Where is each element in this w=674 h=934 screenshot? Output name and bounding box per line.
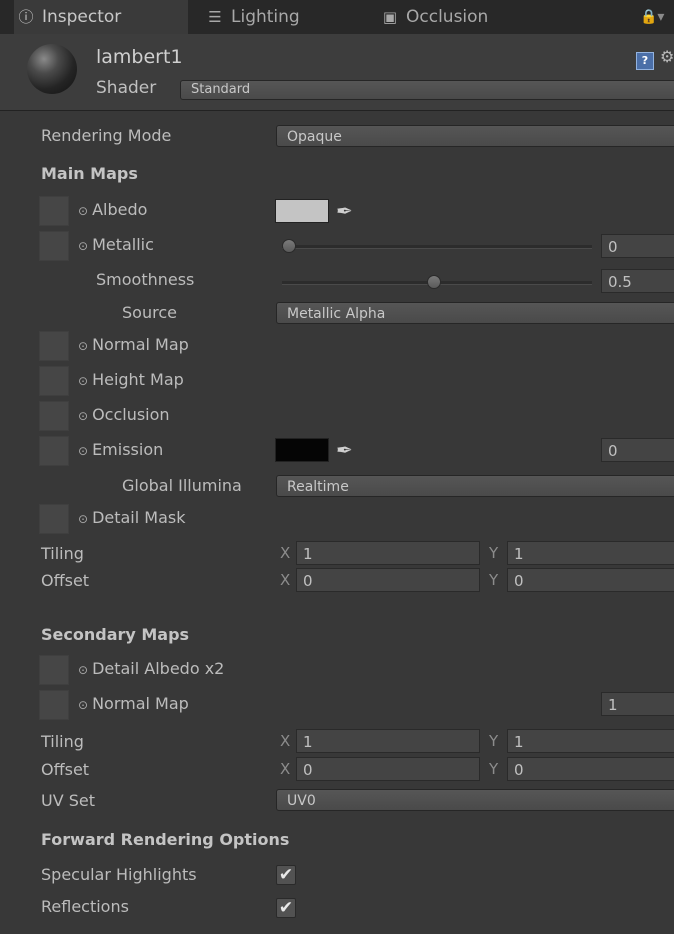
object-picker-icon[interactable]: ⊙ (78, 374, 88, 388)
albedo-color-swatch[interactable] (275, 199, 329, 223)
tab-inspector[interactable]: ⓘ Inspector (14, 0, 188, 34)
object-picker-icon[interactable]: ⊙ (78, 204, 88, 218)
tab-bar: ⓘ Inspector ☰ Lighting ▣ Occlusion 🔒▾ (0, 0, 674, 34)
secondary-maps-heading: Secondary Maps (41, 625, 190, 644)
tab-label: Lighting (231, 7, 300, 27)
metallic-slider-thumb[interactable] (282, 239, 296, 253)
material-name: lambert1 (96, 46, 183, 68)
emission-texture-slot[interactable] (39, 436, 69, 466)
eyedropper-icon[interactable]: ✒ (336, 199, 353, 223)
material-preview-sphere (27, 44, 77, 94)
tiling-y-label: Y (489, 544, 499, 562)
object-picker-icon[interactable]: ⊙ (78, 339, 88, 353)
offset-x-label: X (280, 571, 291, 589)
detail-albedo-label: ⊙ Detail Albedo x2 (78, 659, 225, 678)
occlusion-icon: ▣ (382, 8, 398, 26)
metallic-value-field[interactable]: 0 (601, 234, 674, 258)
source-dropdown[interactable]: Metallic Alpha (276, 302, 674, 324)
detail-albedo-texture-slot[interactable] (39, 655, 69, 685)
shader-label: Shader (96, 78, 157, 98)
object-picker-icon[interactable]: ⊙ (78, 512, 88, 526)
rendering-mode-dropdown[interactable]: Opaque (276, 125, 674, 147)
rendering-mode-label: Rendering Mode (41, 126, 172, 145)
reflections-checkbox[interactable]: ✔ (276, 898, 296, 918)
emission-label: ⊙ Emission (78, 440, 164, 459)
height-map-label: ⊙ Height Map (78, 370, 184, 389)
object-picker-icon[interactable]: ⊙ (78, 698, 88, 712)
secondary-offset-x-label: X (280, 760, 291, 778)
smoothness-slider-thumb[interactable] (427, 275, 441, 289)
source-label: Source (122, 303, 177, 322)
smoothness-value-field[interactable]: 0.5 (601, 269, 674, 293)
object-picker-icon[interactable]: ⊙ (78, 444, 88, 458)
main-maps-heading: Main Maps (41, 164, 138, 183)
detail-mask-label: ⊙ Detail Mask (78, 508, 186, 527)
secondary-tiling-label: Tiling (41, 732, 84, 751)
tiling-y-field[interactable]: 1 (507, 541, 674, 565)
specular-highlights-label: Specular Highlights (41, 865, 197, 884)
secondary-offset-y-field[interactable]: 0 (507, 757, 674, 781)
albedo-texture-slot[interactable] (39, 196, 69, 226)
offset-x-field[interactable]: 0 (296, 568, 480, 592)
uv-set-dropdown[interactable]: UV0 (276, 789, 674, 811)
offset-y-label: Y (489, 571, 499, 589)
secondary-tiling-y-field[interactable]: 1 (507, 729, 674, 753)
object-picker-icon[interactable]: ⊙ (78, 239, 88, 253)
normal-map-texture-slot[interactable] (39, 331, 69, 361)
lock-icon[interactable]: 🔒▾ (640, 0, 664, 34)
info-icon: ⓘ (18, 8, 34, 26)
metallic-texture-slot[interactable] (39, 231, 69, 261)
reflections-label: Reflections (41, 897, 129, 916)
secondary-offset-y-label: Y (489, 760, 499, 778)
tab-label: Occlusion (406, 7, 489, 27)
offset-label: Offset (41, 571, 90, 590)
emission-value-field[interactable]: 0 (601, 438, 674, 462)
tab-lighting[interactable]: ☰ Lighting (205, 0, 300, 34)
material-header: lambert1 ? ⚙ Shader Standard (0, 34, 674, 111)
tiling-x-label: X (280, 544, 291, 562)
secondary-normal-scale-field[interactable]: 1 (601, 692, 674, 716)
forward-rendering-heading: Forward Rendering Options (41, 830, 290, 849)
albedo-label: ⊙ Albedo (78, 200, 148, 219)
occlusion-label: ⊙ Occlusion (78, 405, 170, 424)
global-illumination-label: Global Illumina (122, 476, 242, 495)
eyedropper-icon[interactable]: ✒ (336, 438, 353, 462)
secondary-tiling-y-label: Y (489, 732, 499, 750)
global-illumination-dropdown[interactable]: Realtime (276, 475, 674, 497)
offset-y-field[interactable]: 0 (507, 568, 674, 592)
height-map-texture-slot[interactable] (39, 366, 69, 396)
smoothness-label: Smoothness (96, 270, 195, 289)
detail-mask-texture-slot[interactable] (39, 504, 69, 534)
metallic-label: ⊙ Metallic (78, 235, 154, 254)
secondary-offset-label: Offset (41, 760, 90, 779)
normal-map-label: ⊙ Normal Map (78, 335, 189, 354)
secondary-tiling-x-label: X (280, 732, 291, 750)
secondary-tiling-x-field[interactable]: 1 (296, 729, 480, 753)
tiling-label: Tiling (41, 544, 84, 563)
specular-highlights-checkbox[interactable]: ✔ (276, 865, 296, 885)
emission-color-swatch[interactable] (275, 438, 329, 462)
secondary-normal-map-label: ⊙ Normal Map (78, 694, 189, 713)
gear-icon[interactable]: ⚙ (660, 47, 674, 66)
object-picker-icon[interactable]: ⊙ (78, 663, 88, 677)
secondary-normal-map-texture-slot[interactable] (39, 690, 69, 720)
uv-set-label: UV Set (41, 791, 96, 810)
tab-occlusion[interactable]: ▣ Occlusion (380, 0, 488, 34)
tiling-x-field[interactable]: 1 (296, 541, 480, 565)
metallic-slider-track[interactable] (282, 245, 592, 249)
object-picker-icon[interactable]: ⊙ (78, 409, 88, 423)
sliders-icon: ☰ (208, 8, 222, 26)
tab-label: Inspector (42, 7, 122, 27)
secondary-offset-x-field[interactable]: 0 (296, 757, 480, 781)
help-icon[interactable]: ? (636, 52, 654, 70)
shader-dropdown[interactable]: Standard (180, 80, 674, 100)
occlusion-texture-slot[interactable] (39, 401, 69, 431)
